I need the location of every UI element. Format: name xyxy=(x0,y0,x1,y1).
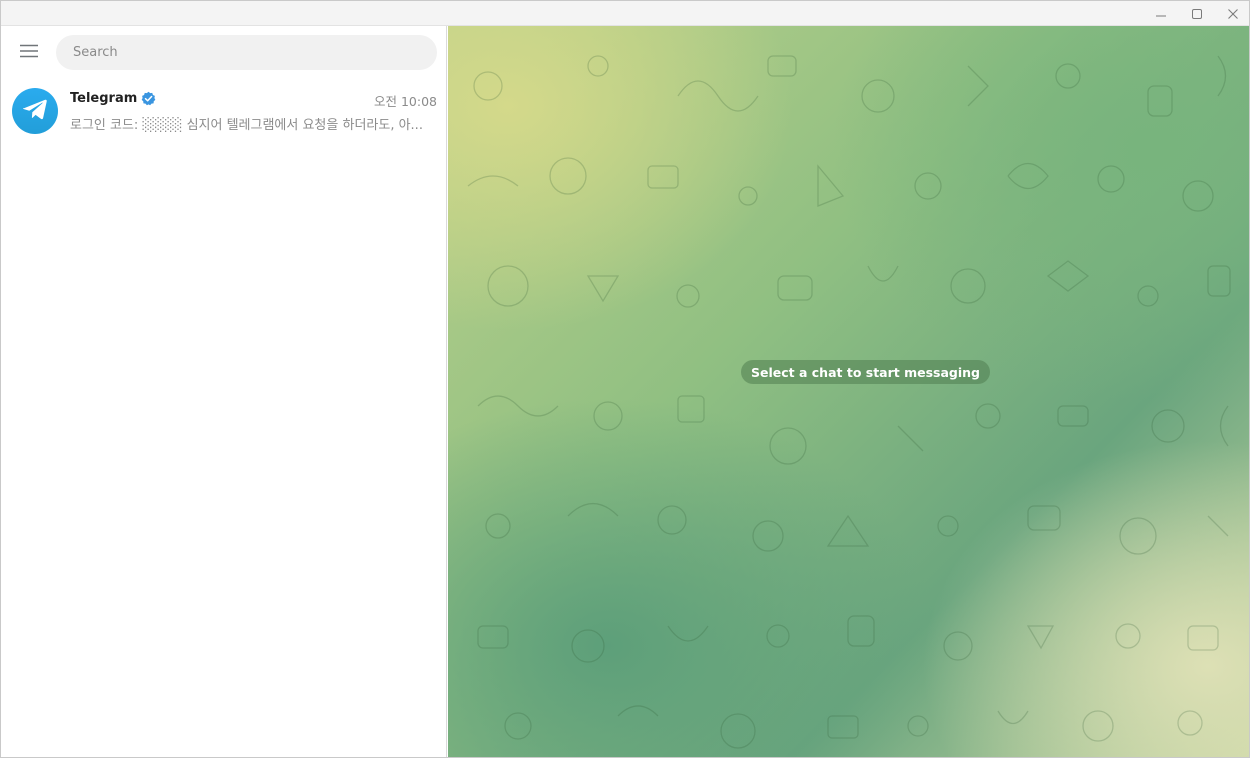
maximize-icon xyxy=(1191,8,1203,20)
chat-time: 오전 10:08 xyxy=(374,94,437,109)
chat-name-label: Telegram xyxy=(70,91,138,106)
chat-list-item[interactable]: Telegram 오전 10:08 로그인 코드: ░░░░ 심지어 텔레그램에… xyxy=(1,82,446,142)
empty-state-message: Select a chat to start messaging xyxy=(741,360,990,384)
search-input[interactable] xyxy=(73,45,437,60)
chat-preview: 로그인 코드: ░░░░ 심지어 텔레그램에서 요청을 하더라도, 아... xyxy=(70,118,423,133)
verified-badge-icon xyxy=(141,91,156,106)
chat-area-background: Select a chat to start messaging xyxy=(448,26,1249,757)
telegram-logo-icon xyxy=(22,98,48,124)
search-box xyxy=(56,35,437,70)
maximize-button[interactable] xyxy=(1179,1,1215,26)
close-icon xyxy=(1227,8,1239,20)
main-menu-button[interactable] xyxy=(13,40,45,64)
minimize-button[interactable] xyxy=(1143,1,1179,26)
avatar xyxy=(12,88,58,134)
window-controls xyxy=(1143,1,1249,26)
chat-name: Telegram xyxy=(70,91,156,106)
chat-list-panel: Telegram 오전 10:08 로그인 코드: ░░░░ 심지어 텔레그램에… xyxy=(1,26,447,757)
hamburger-icon xyxy=(19,43,39,62)
title-bar-drag-area[interactable] xyxy=(1,1,1131,26)
title-bar xyxy=(1,1,1249,26)
telegram-window: Telegram 오전 10:08 로그인 코드: ░░░░ 심지어 텔레그램에… xyxy=(0,0,1250,758)
wallpaper-pattern xyxy=(467,55,1231,749)
minimize-icon xyxy=(1155,8,1167,20)
close-button[interactable] xyxy=(1215,1,1249,26)
